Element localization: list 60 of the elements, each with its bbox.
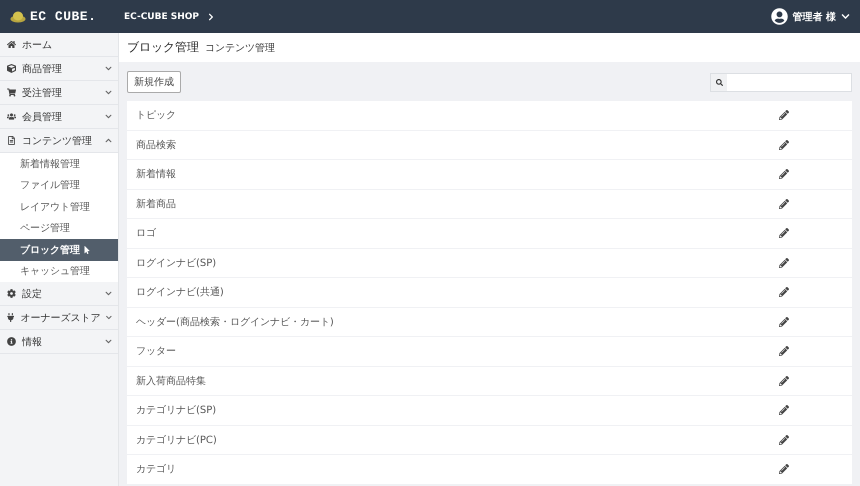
sidebar-item[interactable]: 受注管理 (0, 81, 118, 105)
logo-text[interactable]: EC CUBE. (30, 9, 96, 24)
block-name[interactable]: カテゴリナビ(SP) (136, 403, 216, 418)
edit-icon[interactable] (779, 198, 789, 209)
edit-icon[interactable] (779, 140, 789, 150)
sidebar-subitem[interactable]: レイアウト管理 (0, 196, 118, 218)
new-button[interactable]: 新規作成 (127, 71, 181, 93)
block-name[interactable]: トピック (136, 108, 176, 122)
block-name[interactable]: 商品検索 (136, 138, 176, 152)
plug-icon (7, 313, 14, 322)
page-title: ブロック管理 (127, 39, 199, 56)
sidebar-subitem[interactable]: ブロック管理 (0, 239, 118, 260)
block-name[interactable]: ヘッダー(商品検索・ログインナビ・カート) (136, 314, 334, 329)
edit-icon[interactable] (779, 464, 789, 474)
settings-icon (7, 289, 16, 298)
sidebar-subitem[interactable]: ファイル管理 (0, 174, 118, 196)
caret-icon[interactable] (841, 12, 850, 21)
edit-icon[interactable] (779, 287, 789, 298)
search-field[interactable] (710, 72, 852, 92)
edit-icon[interactable] (779, 258, 789, 268)
sidebar-item[interactable]: ホーム (0, 33, 118, 57)
document-icon (7, 136, 16, 145)
sidebar-item[interactable]: 設定 (0, 282, 118, 306)
edit-icon[interactable] (779, 228, 789, 238)
home-icon (7, 40, 16, 49)
edit-icon[interactable] (779, 376, 789, 386)
user-name[interactable]: 管理者 様 (792, 10, 836, 24)
edit-icon[interactable] (779, 169, 789, 180)
block-name[interactable]: カテゴリ (136, 462, 176, 476)
block-name[interactable]: カテゴリナビ(PC) (136, 432, 217, 447)
page-subtitle: コンテンツ管理 (205, 42, 275, 54)
block-name[interactable]: 新着商品 (136, 196, 176, 211)
block-name[interactable]: ロゴ (136, 226, 156, 240)
sidebar-subitem[interactable]: キャッシュ管理 (0, 260, 118, 282)
cursor-icon (83, 246, 91, 254)
info-icon (7, 337, 16, 346)
sidebar-item[interactable]: 情報 (0, 330, 118, 354)
block-name[interactable]: フッター (136, 344, 176, 358)
edit-icon[interactable] (779, 110, 789, 120)
edit-icon[interactable] (779, 405, 789, 416)
edit-icon[interactable] (779, 316, 789, 327)
cart-icon (7, 88, 16, 97)
sidebar-item[interactable]: 商品管理 (0, 57, 118, 81)
logo-icon (10, 10, 26, 22)
cube-icon (7, 64, 16, 73)
sidebar-item[interactable]: 会員管理 (0, 105, 118, 129)
users-icon (7, 112, 16, 121)
block-name[interactable]: ログインナビ(共通) (136, 285, 224, 300)
sidebar-subitem[interactable]: ページ管理 (0, 218, 118, 239)
edit-icon[interactable] (779, 346, 789, 356)
sidebar-subitem[interactable]: 新着情報管理 (0, 153, 118, 174)
sidebar-item[interactable]: オーナーズストア (0, 306, 118, 330)
user-avatar-icon[interactable] (770, 8, 788, 25)
edit-icon[interactable] (779, 434, 789, 445)
shop-link[interactable]: EC-CUBE SHOP (124, 12, 216, 22)
block-name[interactable]: 新着情報 (136, 167, 176, 182)
search-icon[interactable] (716, 78, 722, 86)
block-name[interactable]: 新入荷商品特集 (136, 374, 206, 388)
block-name[interactable]: ログインナビ(SP) (136, 256, 216, 270)
chevron-icon (207, 12, 216, 20)
